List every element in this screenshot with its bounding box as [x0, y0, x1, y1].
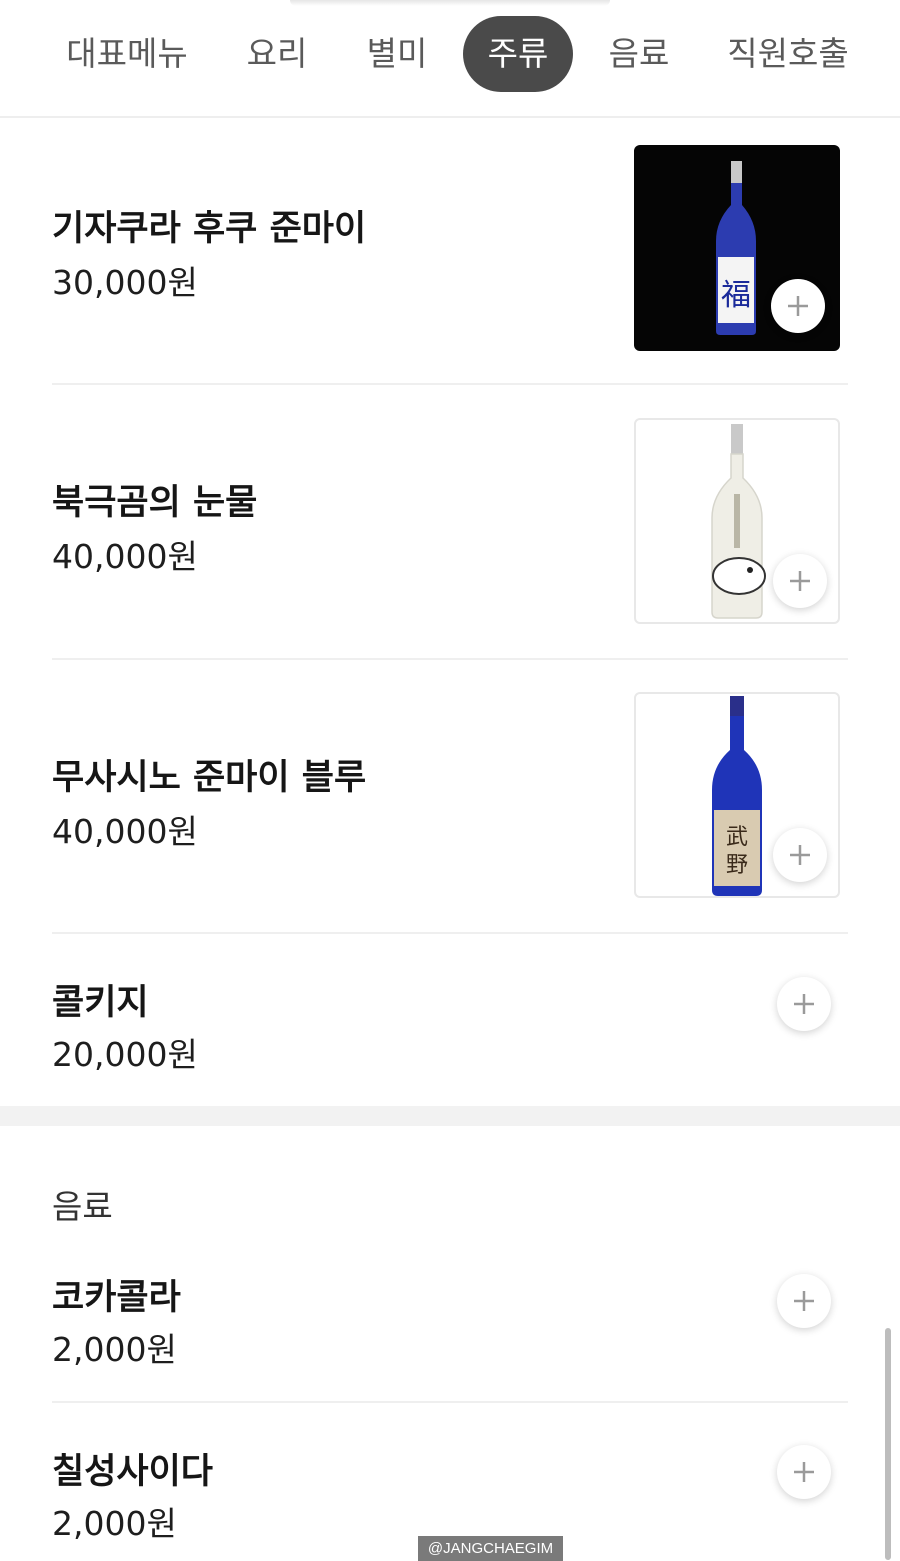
divider: [52, 932, 848, 934]
item-name: 북극곰의 눈물: [52, 483, 258, 523]
tab-alcohol[interactable]: 주류: [463, 16, 573, 92]
menu-item[interactable]: 코카콜라 2,000원: [52, 1265, 848, 1375]
section-separator: [0, 1106, 900, 1126]
item-image-blue-sake-bottle[interactable]: 福: [634, 145, 840, 351]
item-price: 40,000원: [52, 812, 198, 851]
item-name: 코카콜라: [52, 1278, 181, 1318]
add-button[interactable]: [773, 828, 827, 882]
plus-icon: [794, 1462, 814, 1482]
item-image-white-sake-bottle[interactable]: [634, 418, 840, 624]
watermark: @JANGCHAEGIM: [418, 1536, 563, 1561]
add-button[interactable]: [777, 977, 831, 1031]
tab-beverages[interactable]: 음료: [600, 16, 678, 92]
divider: [52, 658, 848, 660]
tab-signature-menu[interactable]: 대표메뉴: [62, 16, 192, 92]
item-name: 기자쿠라 후쿠 준마이: [52, 209, 367, 249]
section-title-beverages: 음료: [52, 1187, 113, 1226]
svg-text:武: 武: [726, 825, 748, 850]
item-price: 20,000원: [52, 1035, 198, 1074]
add-button[interactable]: [771, 279, 825, 333]
divider: [52, 1401, 848, 1403]
add-button[interactable]: [777, 1274, 831, 1328]
tab-dishes[interactable]: 요리: [238, 16, 316, 92]
item-price: 30,000원: [52, 263, 198, 302]
tab-specials[interactable]: 별미: [358, 16, 436, 92]
item-name: 칠성사이다: [52, 1452, 214, 1492]
item-price: 2,000원: [52, 1504, 177, 1543]
item-name: 콜키지: [52, 983, 149, 1023]
svg-text:福: 福: [721, 278, 751, 313]
svg-text:野: 野: [726, 853, 748, 878]
top-edge-shadow: [290, 0, 610, 6]
add-button[interactable]: [773, 554, 827, 608]
category-tab-bar: 대표메뉴 요리 별미 주류 음료 직원호출: [0, 0, 900, 118]
tab-call-staff[interactable]: 직원호출: [722, 16, 854, 92]
item-image-blue-sake-bottle-gold-label[interactable]: 武 野: [634, 692, 840, 898]
item-price: 2,000원: [52, 1330, 177, 1369]
plus-icon: [794, 994, 814, 1014]
plus-icon: [790, 571, 810, 591]
item-price: 40,000원: [52, 537, 198, 576]
scrollbar[interactable]: [885, 1328, 891, 1560]
plus-icon: [794, 1291, 814, 1311]
plus-icon: [790, 845, 810, 865]
divider: [52, 383, 848, 385]
menu-item[interactable]: 칠성사이다 2,000원: [52, 1439, 848, 1549]
menu-item[interactable]: 콜키지 20,000원: [52, 970, 848, 1080]
add-button[interactable]: [777, 1445, 831, 1499]
plus-icon: [788, 296, 808, 316]
item-name: 무사시노 준마이 블루: [52, 758, 367, 798]
